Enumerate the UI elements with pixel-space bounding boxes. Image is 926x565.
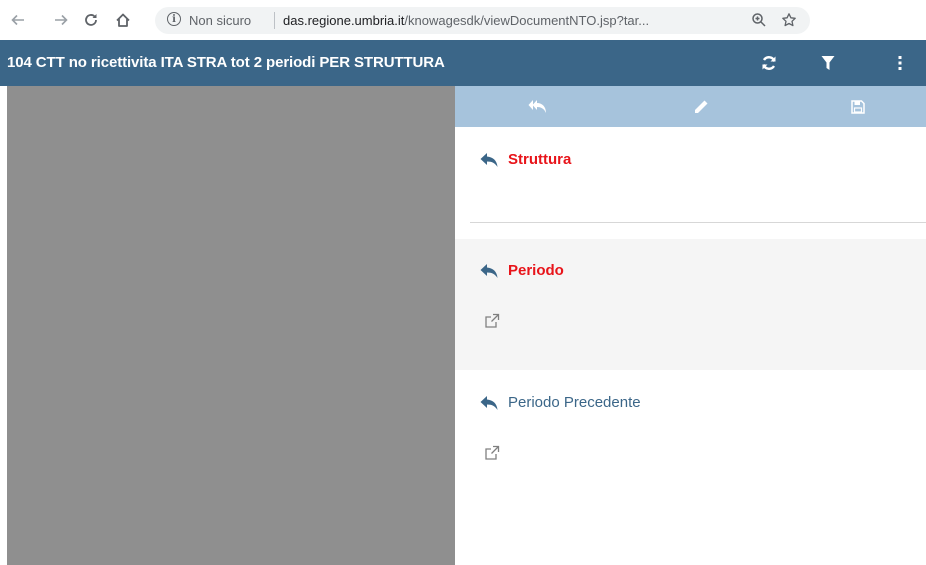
- reload-icon[interactable]: [80, 9, 102, 31]
- url-path: /knowagesdk/viewDocumentNTO.jsp?tar...: [404, 13, 650, 28]
- kebab-menu-icon[interactable]: [889, 52, 911, 74]
- parameters-panel: Struttura Periodo Periodo Precedente: [455, 86, 926, 565]
- parameter-struttura: Struttura: [455, 127, 926, 248]
- document-header: 104 CTT no ricettivita ITA STRA tot 2 pe…: [0, 40, 926, 86]
- forward-icon[interactable]: [50, 9, 72, 31]
- url-host: das.regione.umbria.it: [283, 13, 405, 28]
- refresh-icon[interactable]: [758, 52, 780, 74]
- reply-arrow-icon[interactable]: [479, 263, 499, 279]
- struttura-select[interactable]: [470, 222, 926, 223]
- edit-icon[interactable]: [691, 97, 711, 117]
- reply-arrow-icon[interactable]: [479, 395, 499, 411]
- back-icon[interactable]: [7, 9, 29, 31]
- home-icon[interactable]: [112, 9, 134, 31]
- parameter-label-periodo: Periodo: [508, 262, 564, 279]
- omnibox-separator: [274, 12, 275, 29]
- address-bar[interactable]: i Non sicuro das.regione.umbria.it/knowa…: [155, 7, 810, 34]
- star-icon[interactable]: [780, 12, 798, 30]
- document-viewer: [7, 86, 455, 565]
- parameter-label-periodo-precedente: Periodo Precedente: [508, 394, 641, 411]
- zoom-icon[interactable]: [750, 12, 768, 30]
- external-link-icon[interactable]: [484, 445, 500, 461]
- url-text[interactable]: das.regione.umbria.it/knowagesdk/viewDoc…: [283, 13, 649, 28]
- reset-all-icon[interactable]: [528, 97, 548, 117]
- external-link-icon[interactable]: [484, 313, 500, 329]
- parameter-label-struttura: Struttura: [508, 151, 572, 168]
- document-title: 104 CTT no ricettivita ITA STRA tot 2 pe…: [7, 54, 445, 71]
- parameter-periodo: Periodo: [455, 239, 926, 370]
- info-icon[interactable]: i: [167, 12, 181, 26]
- reply-arrow-icon[interactable]: [479, 152, 499, 168]
- filter-icon[interactable]: [817, 52, 839, 74]
- parameters-toolbar: [455, 86, 926, 127]
- security-label: Non sicuro: [189, 13, 252, 28]
- parameter-periodo-precedente: Periodo Precedente: [455, 370, 926, 565]
- browser-toolbar: i Non sicuro das.regione.umbria.it/knowa…: [0, 0, 926, 40]
- save-icon[interactable]: [848, 97, 868, 117]
